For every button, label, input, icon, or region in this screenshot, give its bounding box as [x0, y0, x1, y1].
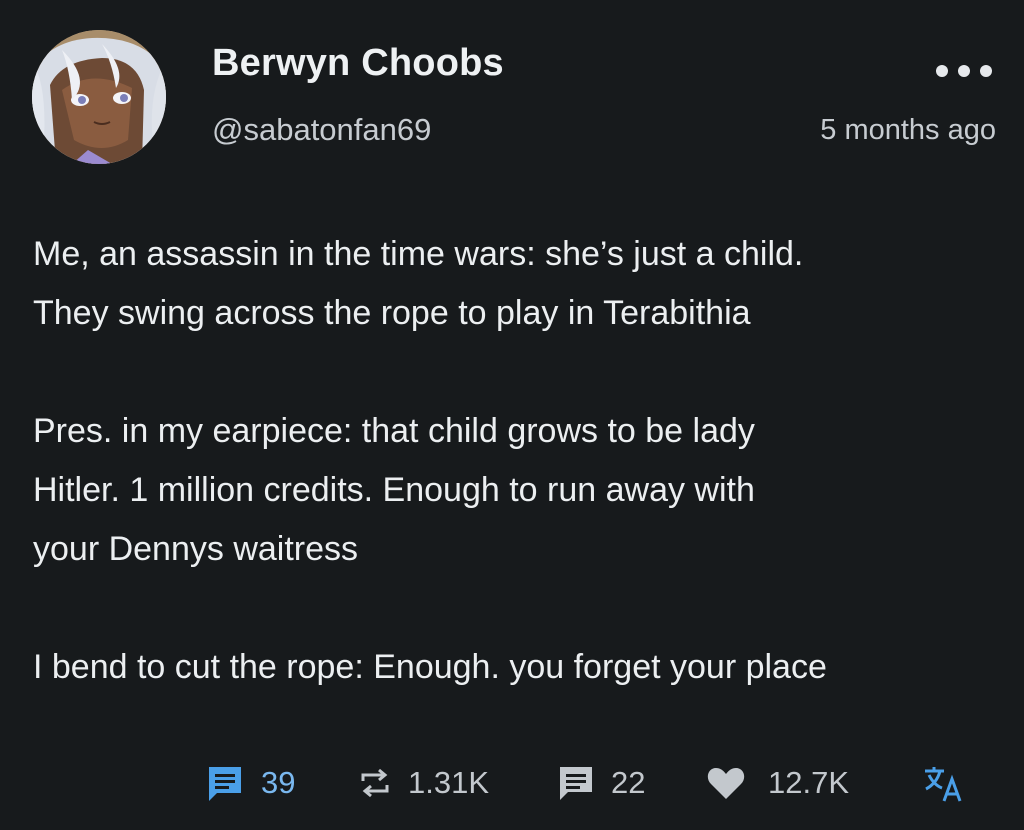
anime-avatar-icon	[32, 30, 166, 164]
like-button[interactable]: 12.7K	[706, 758, 849, 808]
author-handle[interactable]: @sabatonfan69	[212, 112, 431, 148]
action-bar: 39 1.31K 22 12.7K	[0, 758, 1024, 808]
post-timestamp[interactable]: 5 months ago	[820, 114, 996, 147]
post-body: Me, an assassin in the time wars: she’s …	[33, 225, 993, 697]
avatar[interactable]	[32, 30, 166, 164]
translate-button[interactable]	[922, 758, 964, 808]
author-display-name[interactable]: Berwyn Choobs	[212, 42, 504, 85]
post-line: your Dennys waitress	[33, 530, 359, 568]
comment-icon	[205, 763, 245, 803]
quote-count: 22	[611, 765, 646, 800]
more-dot-icon	[980, 65, 992, 77]
comment-count: 39	[261, 765, 296, 800]
post-line: They swing across the rope to play in Te…	[33, 294, 751, 332]
quote-icon	[557, 764, 595, 802]
repost-count: 1.31K	[408, 765, 490, 800]
post-line: Pres. in my earpiece: that child grows t…	[33, 412, 755, 450]
quote-button[interactable]: 22	[557, 758, 645, 808]
more-dot-icon	[958, 65, 970, 77]
comment-button[interactable]: 39	[205, 758, 295, 808]
repost-icon	[358, 766, 392, 800]
repost-button[interactable]: 1.31K	[358, 758, 489, 808]
post-line: I bend to cut the rope: Enough. you forg…	[33, 648, 827, 686]
heart-icon	[706, 765, 746, 801]
more-options-button[interactable]	[936, 58, 992, 84]
post-card: Berwyn Choobs @sabatonfan69 5 months ago…	[0, 0, 1024, 830]
more-dot-icon	[936, 65, 948, 77]
post-line: Me, an assassin in the time wars: she’s …	[33, 235, 804, 273]
like-count: 12.7K	[768, 765, 850, 800]
post-line: Hitler. 1 million credits. Enough to run…	[33, 471, 755, 509]
translate-icon	[922, 763, 964, 803]
